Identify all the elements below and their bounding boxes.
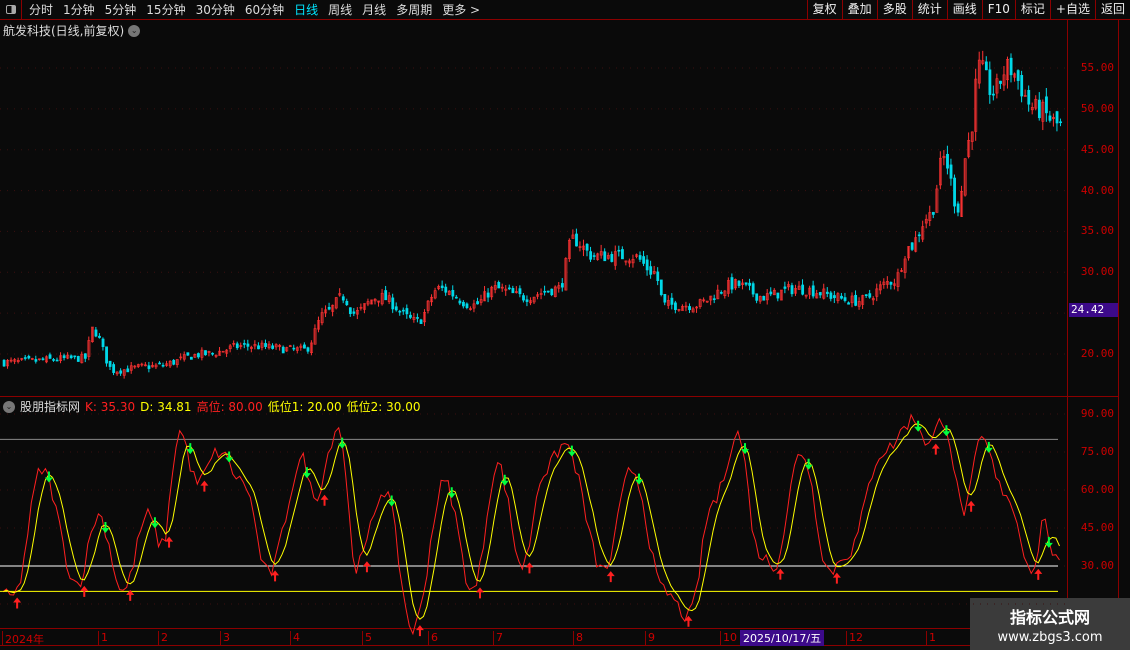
layout-toggle-button[interactable] xyxy=(0,0,22,20)
indicator-tick-label: 45.00 xyxy=(1080,521,1114,534)
period-tab[interactable]: 周线 xyxy=(323,1,357,18)
k-value: K: 35.30 xyxy=(85,399,136,414)
toolbar-button[interactable]: 统计 xyxy=(911,0,947,20)
period-tab[interactable]: 1分钟 xyxy=(58,1,100,18)
period-tab[interactable]: 日线 xyxy=(289,1,323,18)
date-tick-label: 2024年 xyxy=(2,631,44,646)
price-tick-label: 50.00 xyxy=(1080,101,1114,115)
toolbar-button[interactable]: 画线 xyxy=(946,0,982,20)
price-tick-label: 55.00 xyxy=(1080,61,1114,74)
date-tick-label: 1 xyxy=(98,631,108,646)
indicator-tick-label: 60.00 xyxy=(1080,483,1114,496)
price-tick-label: 20.00 xyxy=(1080,347,1114,360)
period-tab[interactable]: 月线 xyxy=(357,1,391,18)
date-tick-label: 7 xyxy=(493,631,503,646)
date-tick-label: 1 xyxy=(926,631,936,646)
date-axis: 2025/10/17/五 2024年 1 2 3 4 5 6 7 8 9 10 12 1 xyxy=(0,628,1130,646)
panel-icon xyxy=(5,5,16,14)
period-tab[interactable]: 更多 > xyxy=(437,1,485,18)
side-panel-strip[interactable] xyxy=(1118,20,1130,650)
toolbar-button[interactable]: 复权 xyxy=(806,0,842,20)
period-tab[interactable]: 15分钟 xyxy=(141,1,190,18)
price-tick-label: 40.00 xyxy=(1080,183,1114,197)
date-tick-label: 2 xyxy=(158,631,168,646)
watermark-title: 指标公式网 xyxy=(1009,608,1090,627)
period-tab[interactable]: 分时 xyxy=(24,1,58,18)
indicator-chart[interactable] xyxy=(0,397,1068,628)
indicator-tick-label: 90.00 xyxy=(1080,407,1114,420)
period-tab[interactable]: 多周期 xyxy=(391,1,437,18)
indicator-axis: 90.00 75.00 60.00 45.00 30.00 xyxy=(1068,397,1118,628)
toolbar-button[interactable]: 叠加 xyxy=(841,0,877,20)
low1-level: 低位1: 20.00 xyxy=(267,400,342,414)
low2-level: 低位2: 30.00 xyxy=(346,400,421,414)
price-tick-label: 45.00 xyxy=(1080,142,1114,156)
date-tick-label: 3 xyxy=(220,631,230,646)
date-tick-label: 6 xyxy=(428,631,438,646)
period-toolbar: 分时 1分钟 5分钟 15分钟 30分钟 60分钟 日线 周线 月线 多周期 更多 > 复权 叠加 多股… xyxy=(0,0,1130,20)
current-price-tag: 24.42 xyxy=(1069,303,1118,317)
date-tick-label: 4 xyxy=(290,631,300,646)
date-tick-label: 10 xyxy=(720,631,737,646)
toolbar-button[interactable]: F10 xyxy=(981,0,1015,20)
watermark: 指标公式网 www.zbgs3.com xyxy=(970,598,1130,650)
high-level: 高位: 80.00 xyxy=(196,400,263,414)
indicator-name[interactable]: 股朋指标网 xyxy=(20,398,80,415)
date-tick-label: 9 xyxy=(645,631,655,646)
indicator-legend: ⌄ 股朋指标网 K: 35.30 D: 34.81 高位: 80.00 低位1:… xyxy=(3,398,421,415)
price-chart[interactable] xyxy=(0,20,1068,396)
watermark-url: www.zbgs3.com xyxy=(997,630,1103,645)
toolbar-button[interactable]: 标记 xyxy=(1014,0,1050,20)
date-tick-label: 5 xyxy=(362,631,372,646)
period-tab[interactable]: 60分钟 xyxy=(240,1,289,18)
price-tick-label: 35.00 xyxy=(1080,224,1114,238)
price-tick-label: 30.00 xyxy=(1080,265,1114,279)
toolbar-button[interactable]: +自选 xyxy=(1049,0,1095,20)
period-tab[interactable]: 5分钟 xyxy=(100,1,142,18)
date-tick-label: 12 xyxy=(846,631,863,646)
date-tick-label: 8 xyxy=(573,631,583,646)
toolbar-button[interactable]: 返回 xyxy=(1094,0,1130,20)
chevron-down-icon[interactable]: ⌄ xyxy=(3,400,15,413)
cursor-date: 2025/10/17/五 xyxy=(740,630,825,646)
indicator-tick-label: 75.00 xyxy=(1080,445,1114,458)
d-value: D: 34.81 xyxy=(140,399,192,414)
price-axis: 55.00 50.00 45.00 40.00 35.00 30.00 20.00 xyxy=(1068,20,1118,396)
toolbar-button[interactable]: 多股 xyxy=(876,0,912,20)
period-tab[interactable]: 30分钟 xyxy=(191,1,240,18)
indicator-tick-label: 30.00 xyxy=(1080,559,1114,572)
